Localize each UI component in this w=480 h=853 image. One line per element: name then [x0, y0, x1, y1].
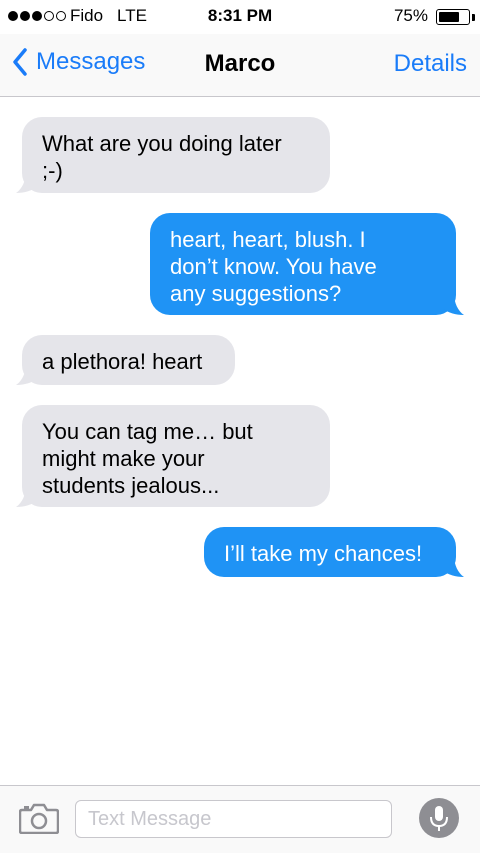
- camera-icon[interactable]: [19, 802, 59, 834]
- message-line: You can tag me… but: [42, 419, 253, 444]
- status-bar: Fido LTE 8:31 PM 75%: [0, 0, 480, 34]
- outgoing-message-bubble: heart, heart, blush. I don’t know. You h…: [150, 213, 456, 315]
- message-line: I’ll take my chances!: [224, 541, 423, 566]
- incoming-bubble-tail: [16, 363, 38, 385]
- microphone-icon: [430, 806, 448, 831]
- incoming-message-bubble: a plethora! heart: [22, 335, 235, 385]
- microphone-button[interactable]: [419, 798, 459, 838]
- message-line: What are you doing later: [42, 131, 282, 156]
- battery-tip: [472, 14, 475, 21]
- message-line: don’t know. You have: [170, 254, 377, 279]
- message-line: students jealous...: [42, 473, 220, 498]
- incoming-bubble-tail: [16, 171, 38, 193]
- outgoing-bubble-tail: [442, 293, 464, 315]
- incoming-message-bubble: You can tag me… but might make your stud…: [22, 405, 330, 507]
- incoming-bubble-tail: [16, 485, 38, 507]
- message-line: might make your: [42, 446, 205, 471]
- message-input-bar: [0, 785, 480, 853]
- nav-bar: Messages Marco Details: [0, 34, 480, 97]
- battery-icon: [436, 9, 470, 25]
- incoming-message-bubble: What are you doing later ;-): [22, 117, 330, 193]
- battery-fill: [439, 12, 459, 22]
- outgoing-bubble-tail: [442, 555, 464, 577]
- details-button[interactable]: Details: [394, 50, 467, 78]
- message-thread: What are you doing later ;-) heart, hear…: [0, 97, 480, 785]
- message-line: a plethora! heart: [42, 349, 203, 374]
- text-message-input[interactable]: [75, 800, 392, 838]
- battery-percent: 75%: [393, 6, 428, 25]
- message-line: ;-): [42, 158, 63, 183]
- message-line: heart, heart, blush. I: [170, 227, 366, 252]
- message-line: any suggestions?: [170, 281, 342, 306]
- outgoing-message-bubble: I’ll take my chances!: [204, 527, 456, 577]
